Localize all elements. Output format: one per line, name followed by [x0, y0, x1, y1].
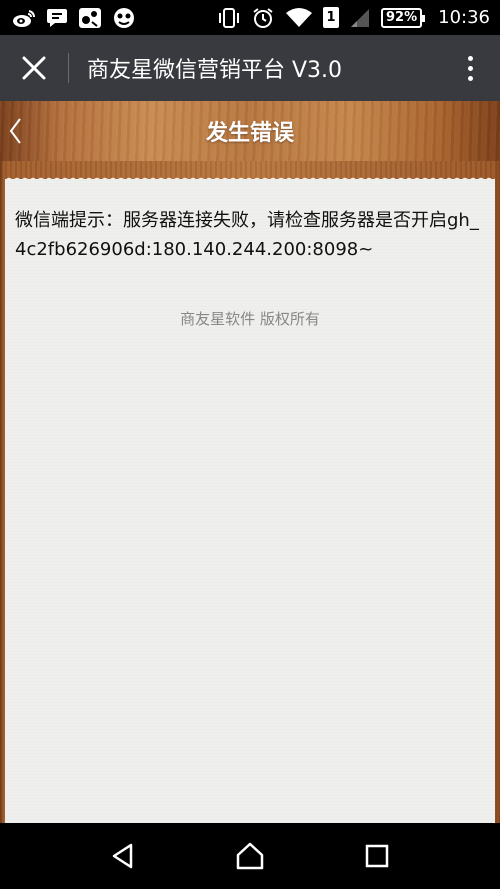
wifi-icon [285, 6, 313, 30]
clock: 10:36 [438, 7, 490, 28]
chat-bubble-icon [46, 6, 68, 30]
status-left-icons [12, 6, 136, 30]
content-panel: 微信端提示：服务器连接失败，请检查服务器是否开启gh_4c2fb626906d:… [5, 179, 495, 823]
recents-square-icon [365, 844, 388, 868]
more-vert-icon [467, 55, 473, 81]
page-title: 发生错误 [205, 121, 294, 146]
page-header: 发生错误 [0, 101, 500, 161]
vibrate-icon [217, 6, 241, 30]
game-icon [78, 6, 102, 30]
close-icon [22, 56, 46, 80]
status-right-icons: 1 92% 10:36 [217, 6, 490, 30]
nav-back-button[interactable] [93, 826, 153, 886]
nav-recents-button[interactable] [347, 826, 407, 886]
nav-home-button[interactable] [220, 826, 280, 886]
more-menu-button[interactable] [440, 35, 500, 101]
system-nav-bar [0, 823, 500, 889]
back-button[interactable] [0, 101, 30, 161]
sim-icon: 1 [323, 6, 339, 30]
chevron-left-icon [9, 118, 21, 144]
weibo-icon [12, 6, 36, 30]
close-button[interactable] [0, 35, 68, 101]
home-icon [236, 842, 264, 870]
battery-level: 92% [386, 10, 418, 25]
content-frame: 微信端提示：服务器连接失败，请检查服务器是否开启gh_4c2fb626906d:… [0, 161, 500, 823]
alarm-icon [251, 6, 275, 30]
copyright-text: 商友星软件 版权所有 [180, 310, 320, 328]
app-bar: 商友星微信营销平台 V3.0 [0, 35, 500, 101]
error-message: 微信端提示：服务器连接失败，请检查服务器是否开启gh_4c2fb626906d:… [15, 210, 479, 260]
emoji-icon [112, 6, 136, 30]
battery-icon: 92% [381, 7, 426, 28]
app-title: 商友星微信营销平台 V3.0 [87, 58, 343, 83]
status-bar: 1 92% 10:36 [0, 0, 500, 35]
back-triangle-icon [113, 843, 133, 869]
signal-icon [349, 6, 371, 30]
